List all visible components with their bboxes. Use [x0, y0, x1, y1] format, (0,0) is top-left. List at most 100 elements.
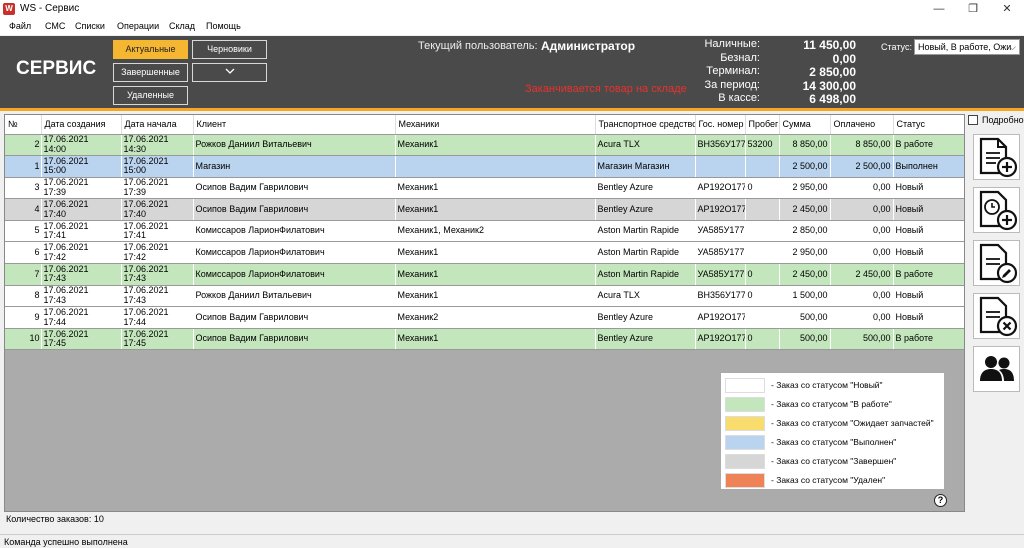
menu-warehouse[interactable]: Склад [169, 21, 195, 31]
close-button[interactable]: ✕ [990, 0, 1024, 18]
table-row[interactable]: 2 17.06.2021 14:00 17.06.2021 14:30 Рожков Да… [5, 134, 964, 157]
cell-vehicle: Bentley Azure [595, 306, 696, 329]
status-legend: - Заказ со статусом "Новый" - Заказ со ст… [720, 372, 945, 490]
col-header-client[interactable]: Клиент [193, 115, 396, 135]
tab-deleted[interactable]: Удаленные [113, 86, 188, 105]
menu-sms[interactable]: СМС [45, 21, 65, 31]
row-number: 8 [5, 285, 42, 308]
table-row[interactable]: 4 17.06.2021 17:40 17.06.2021 17:40 Осипов Ва… [5, 198, 964, 221]
menu-operations[interactable]: Операции [117, 21, 159, 31]
cell-vehicle: Bentley Azure [595, 328, 696, 351]
cell-mechanics: Механик1 [395, 198, 596, 221]
col-header-vehicle[interactable]: Транспортное средство [595, 115, 696, 135]
cell-client: Осипов Вадим Гаврилович [193, 328, 396, 351]
cell-started-line: 17:39 [123, 186, 147, 197]
cell-paid: 500,00 [830, 328, 894, 351]
col-header-created[interactable]: Дата создания [41, 115, 122, 135]
col-header-started[interactable]: Дата начала [121, 115, 194, 135]
cell-started: 17.06.2021 17:44 [121, 306, 194, 329]
cell-client: Магазин [193, 155, 396, 178]
cell-paid: 0,00 [830, 306, 894, 329]
legend-text: - Заказ со статусом "Завершен" [771, 456, 897, 466]
cell-mileage: 0 [745, 177, 780, 200]
legend-swatch [725, 435, 765, 450]
legend-swatch [725, 454, 765, 469]
table-row[interactable]: 10 17.06.2021 17:45 17.06.2021 17:45 Осипов В… [5, 328, 964, 351]
row-number: 3 [5, 177, 42, 200]
orders-table: № Дата создания Дата начала Клиент Механ… [5, 115, 964, 351]
stock-warning: Заканчивается товар на складе [525, 83, 687, 95]
new-order-button[interactable] [973, 134, 1020, 180]
cell-plate: ВН356У177 [695, 134, 746, 157]
col-header-paid[interactable]: Оплачено [830, 115, 894, 135]
cell-created-line: 17:44 [43, 316, 67, 327]
menu-help[interactable]: Помощь [206, 21, 241, 31]
period-label: За период: [704, 79, 760, 91]
cell-sum: 2 950,00 [779, 241, 831, 265]
col-header-sum[interactable]: Сумма [779, 115, 831, 135]
cell-client: Осипов Вадим Гаврилович [193, 198, 396, 221]
table-row[interactable]: 6 17.06.2021 17:42 17.06.2021 17:42 Комиссаро… [5, 241, 964, 265]
scheduled-order-icon [979, 190, 1018, 231]
status-bar: Команда успешно выполнена [0, 534, 1024, 548]
maximize-button[interactable]: ❐ [956, 0, 990, 18]
cell-created-line: 17:39 [43, 186, 67, 197]
edit-order-button[interactable] [973, 240, 1020, 286]
cell-mileage [745, 155, 780, 178]
legend-swatch [725, 397, 765, 412]
table-row[interactable]: 5 17.06.2021 17:41 17.06.2021 17:41 Комиссаро… [5, 220, 964, 243]
menu-bar: Файл СМС Списки Операции Склад Помощь [0, 18, 1024, 35]
orders-grid[interactable]: № Дата создания Дата начала Клиент Механ… [4, 114, 965, 512]
table-row[interactable]: 7 17.06.2021 17:43 17.06.2021 17:43 Комиссаро… [5, 263, 964, 286]
register-value: 6 498,00 [809, 92, 856, 106]
tab-actual[interactable]: Актуальные [113, 40, 188, 59]
status-filter-select[interactable]: Новый, В работе, Ожи ⌵ [914, 39, 1020, 55]
table-row[interactable]: 3 17.06.2021 17:39 17.06.2021 17:39 Осипов Ва… [5, 177, 964, 200]
help-icon[interactable]: ? [934, 494, 947, 507]
table-row[interactable]: 1 17.06.2021 15:00 17.06.2021 15:00 Магазин Ма… [5, 155, 964, 178]
cell-vehicle: Aston Martin Rapide [595, 263, 696, 286]
cell-started: 17.06.2021 15:00 [121, 155, 194, 178]
cell-created: 17.06.2021 15:00 [41, 155, 122, 178]
cell-client: Комиссаров ЛарионФилатович [193, 241, 396, 265]
cell-sum: 500,00 [779, 328, 831, 351]
cell-started-line: 17:42 [123, 251, 147, 262]
table-row[interactable]: 9 17.06.2021 17:44 17.06.2021 17:44 Осипов Ва… [5, 306, 964, 329]
current-user-name: Администратор [541, 39, 636, 53]
scheduled-order-button[interactable] [973, 187, 1020, 233]
cashless-label: Безнал: [720, 52, 760, 64]
delete-order-button[interactable] [973, 293, 1020, 339]
col-header-status[interactable]: Статус [893, 115, 964, 135]
clients-button[interactable] [973, 346, 1020, 392]
col-header-plate[interactable]: Гос. номер [695, 115, 746, 135]
menu-file[interactable]: Файл [9, 21, 31, 31]
minimize-button[interactable]: — [922, 0, 956, 18]
menu-lists[interactable]: Списки [75, 21, 105, 31]
legend-text: - Заказ со статусом "Выполнен" [771, 437, 897, 447]
table-row[interactable]: 8 17.06.2021 17:43 17.06.2021 17:43 Рожков Да… [5, 285, 964, 308]
cell-started-line: 17:43 [123, 273, 147, 284]
legend-swatch [725, 416, 765, 431]
detail-checkbox[interactable] [968, 115, 978, 125]
cell-mileage [745, 220, 780, 243]
col-header-mechanics[interactable]: Механики [395, 115, 596, 135]
cash-value: 11 450,00 [803, 38, 856, 52]
col-header-number[interactable]: № [5, 115, 42, 135]
cell-created-line: 17:45 [43, 338, 67, 349]
cell-started: 17.06.2021 17:43 [121, 263, 194, 286]
cell-paid: 8 850,00 [830, 134, 894, 157]
cell-paid: 2 500,00 [830, 155, 894, 178]
cell-plate: АР192О177 [695, 177, 746, 200]
col-header-mileage[interactable]: Пробег [745, 115, 780, 135]
cell-plate [695, 155, 746, 178]
tab-completed[interactable]: Завершенные [113, 63, 188, 82]
cell-vehicle: Aston Martin Rapide [595, 220, 696, 243]
cell-started: 17.06.2021 17:39 [121, 177, 194, 200]
cell-sum: 2 950,00 [779, 177, 831, 200]
drafts-dropdown-button[interactable] [192, 63, 267, 82]
tab-drafts[interactable]: Черновики [192, 40, 267, 59]
cell-mechanics: Механик1 [395, 263, 596, 286]
row-number: 6 [5, 241, 42, 265]
row-number: 4 [5, 198, 42, 221]
cell-sum: 2 450,00 [779, 198, 831, 221]
